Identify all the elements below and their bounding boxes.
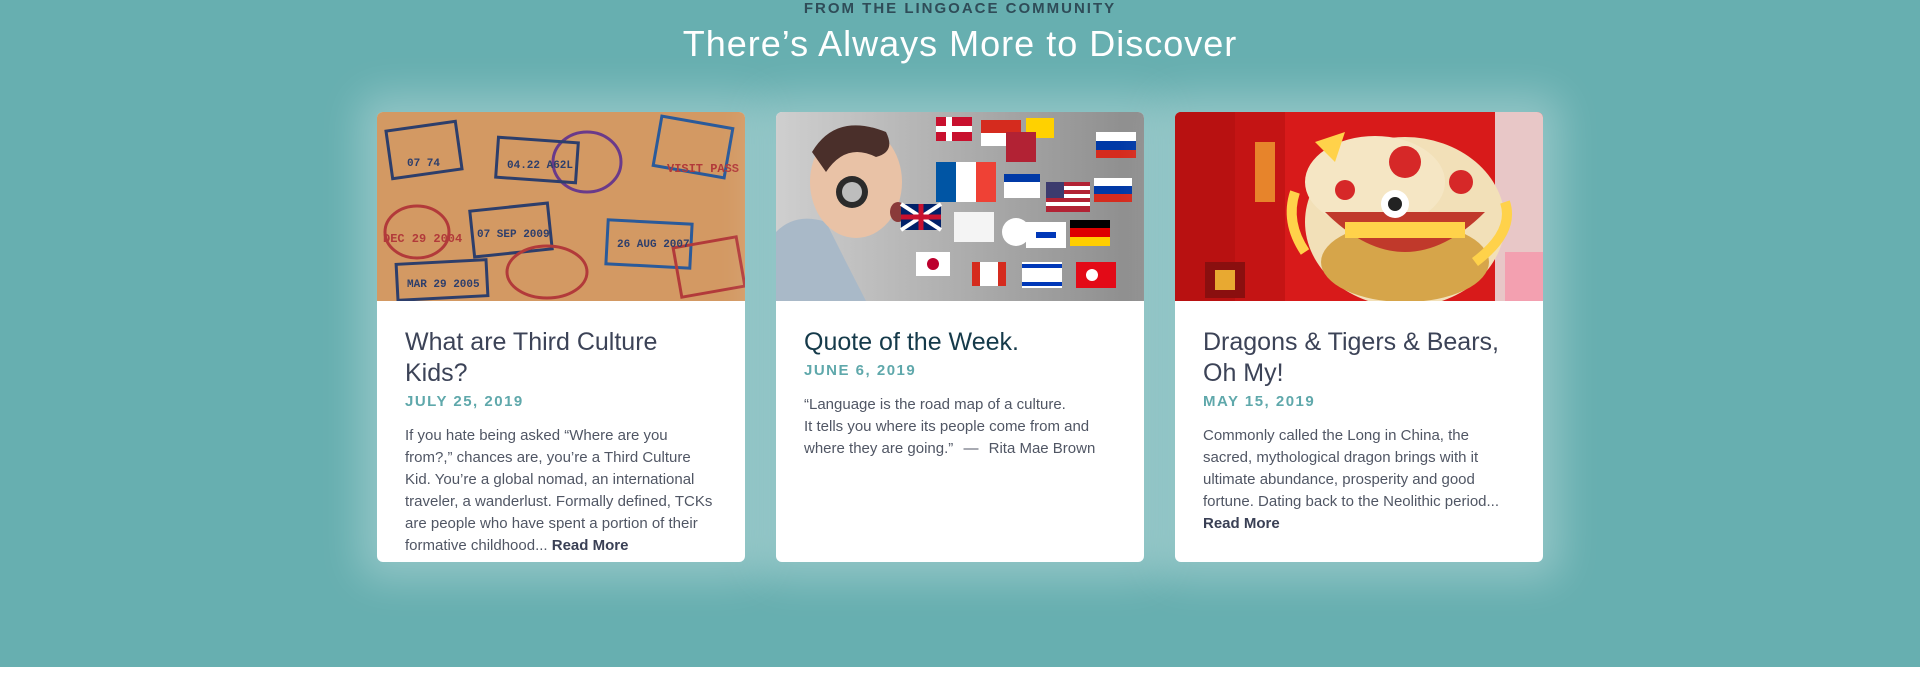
svg-text:26 AUG 2007: 26 AUG 2007: [617, 239, 690, 251]
svg-text:07 74: 07 74: [407, 158, 440, 170]
section-eyebrow: FROM THE LINGOACE COMMUNITY: [803, 0, 1117, 17]
card-title[interactable]: Dragons & Tigers & Bears, Oh My!: [1203, 327, 1515, 389]
community-section: FROM THE LINGOACE COMMUNITY There’s Alwa…: [0, 0, 1920, 677]
card-excerpt-text: Commonly called the Long in China, the s…: [1203, 427, 1500, 510]
card-excerpt: If you hate being asked “Where are you f…: [405, 425, 717, 557]
quote-line: “Language is the road map of a culture.: [804, 396, 1066, 413]
lion-dance-image[interactable]: [1175, 112, 1543, 301]
read-more-link[interactable]: Read More: [1203, 515, 1280, 532]
svg-text:07 SEP 2009: 07 SEP 2009: [477, 229, 550, 241]
quote-dash: —: [963, 440, 979, 457]
svg-text:04.22 A62L: 04.22 A62L: [507, 160, 573, 172]
card-title[interactable]: Quote of the Week.: [804, 327, 1116, 358]
boy-headphones-flags-image[interactable]: [776, 112, 1144, 301]
card-excerpt: Commonly called the Long in China, the s…: [1203, 425, 1515, 535]
card-title[interactable]: What are Third Culture Kids?: [405, 327, 717, 389]
quote-text: “Language is the road map of a culture. …: [804, 394, 1116, 460]
blog-card[interactable]: 07 74 04.22 A62L 07 SEP 2009 26 AUG 2007…: [377, 112, 745, 562]
card-date: MAY 15, 2019: [1203, 393, 1316, 410]
card-date: JULY 25, 2019: [405, 393, 524, 410]
svg-text:VISIT PASS: VISIT PASS: [667, 162, 739, 176]
svg-text:MAR 29 2005: MAR 29 2005: [407, 279, 480, 291]
blog-card-grid: 07 74 04.22 A62L 07 SEP 2009 26 AUG 2007…: [377, 112, 1545, 562]
section-bottom-divider: [0, 667, 1920, 677]
read-more-link[interactable]: Read More: [552, 537, 629, 554]
card-excerpt-text: If you hate being asked “Where are you f…: [405, 427, 713, 554]
blog-card[interactable]: Quote of the Week. JUNE 6, 2019 “Languag…: [776, 112, 1144, 562]
passport-stamps-image[interactable]: 07 74 04.22 A62L 07 SEP 2009 26 AUG 2007…: [377, 112, 745, 301]
quote-author: Rita Mae Brown: [988, 440, 1096, 457]
section-headline: There’s Always More to Discover: [682, 23, 1238, 64]
blog-card[interactable]: Dragons & Tigers & Bears, Oh My! MAY 15,…: [1175, 112, 1543, 562]
card-date: JUNE 6, 2019: [804, 362, 917, 379]
svg-text:DEC 29 2004: DEC 29 2004: [383, 232, 462, 246]
